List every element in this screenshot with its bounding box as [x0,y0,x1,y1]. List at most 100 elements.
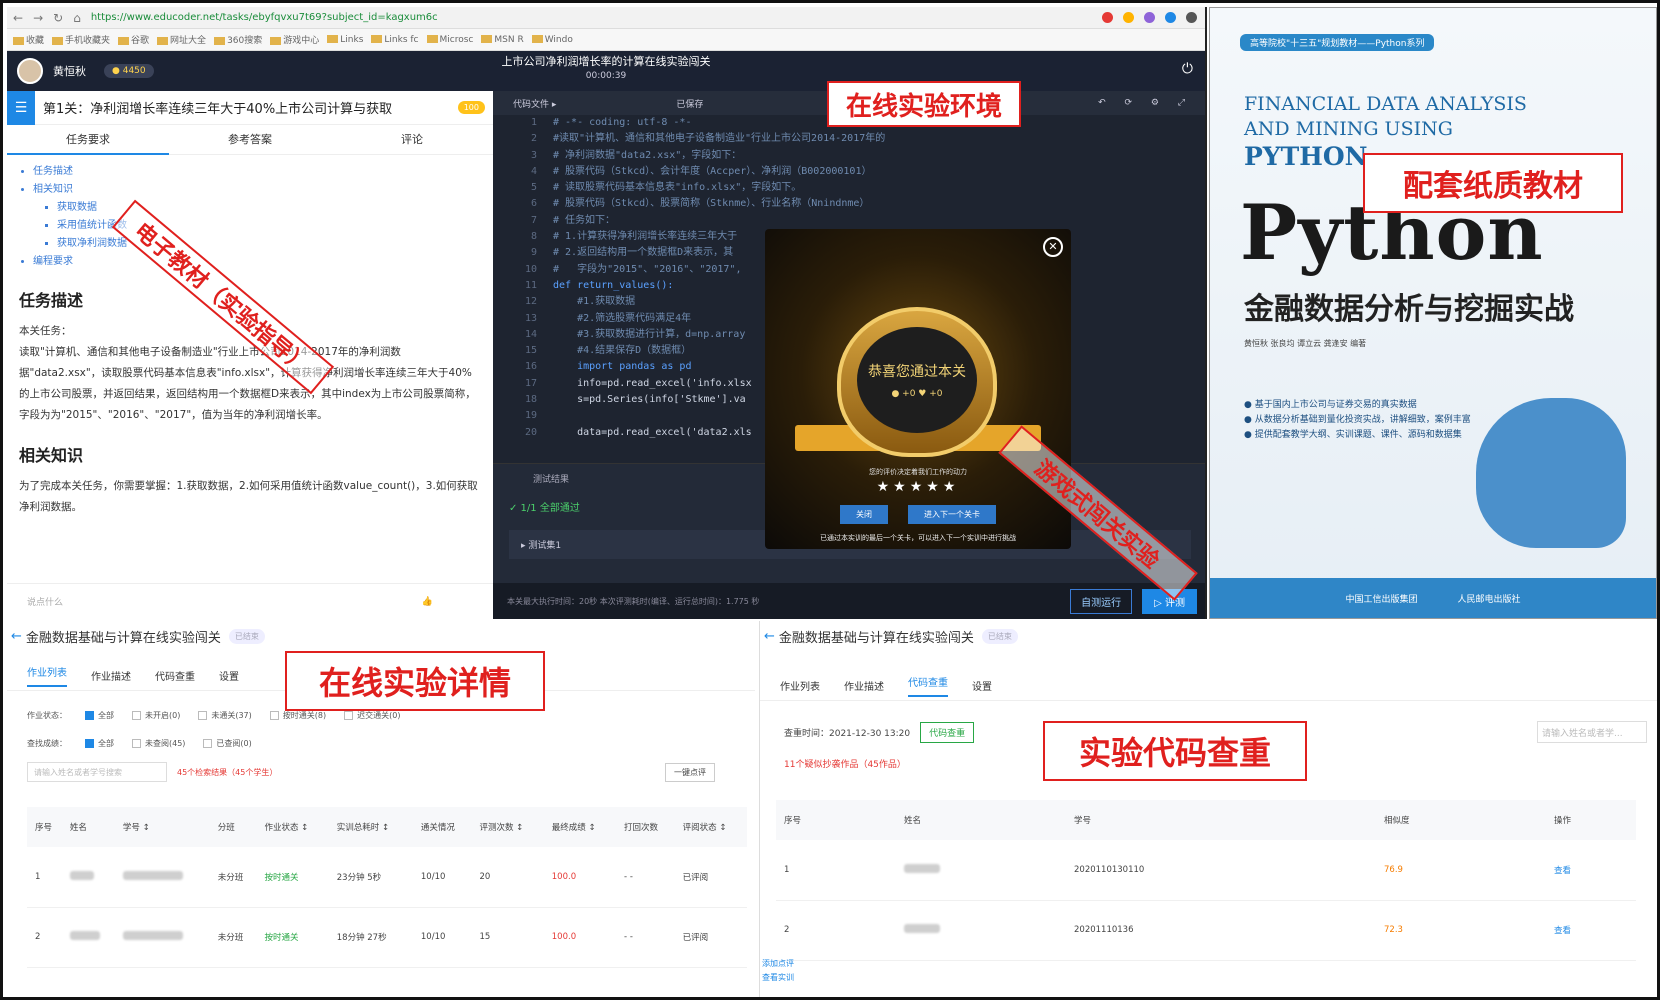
review-button[interactable]: 一键点评 [665,762,715,782]
filter-option[interactable]: 全部 [85,738,114,749]
label-paper-textbook: 配套纸质教材 [1363,153,1623,213]
search-input[interactable]: 请输入姓名或者学号搜索 [27,762,167,782]
add-review-link[interactable]: 添加点评 [762,957,794,971]
reward-stats: ● +0 ♥ +0 [891,389,943,399]
bookmark-item[interactable]: 收藏 [13,33,44,46]
filter-option[interactable]: 迟交通关(0) [344,710,400,721]
book-bullets: ● 基于国内上市公司与证券交易的真实数据 ● 从数据分析基础到量化投资实战，讲解… [1244,400,1471,440]
bookmark-item[interactable]: 360搜索 [214,33,262,46]
extension-icon[interactable] [1144,12,1155,23]
table-row[interactable]: 2 未分班 按时通关 18分钟 27秒 10/10 15 100.0 - - 已… [27,907,747,968]
toc-subitem[interactable]: 获取净利润数据 [57,235,493,253]
table-header: 序号 姓名 学号 ↕ 分班 作业状态 ↕ 实训总耗时 ↕ 通关情况 评测次数 ↕ 最终成绩 … [27,807,747,847]
tab-assignment-desc[interactable]: 作业描述 [91,668,131,683]
run-button[interactable]: 自测运行 [1070,588,1133,614]
code-check-button[interactable]: 代码查重 [920,721,975,743]
blurred-id [122,870,183,880]
filter-option[interactable]: 全部 [85,710,114,721]
close-icon[interactable]: ✕ [1043,237,1063,257]
close-button[interactable]: 关闭 [840,505,888,524]
exec-info: 本关最大执行时间：20秒 本次评测耗时(编译、运行总时间)：1.775 秒 [507,596,760,606]
table-row[interactable]: 2 20201110136 72.3 查看 [776,900,1636,961]
bookmarks-bar: 收藏 手机收藏夹 谷歌 网址大全 360搜索 游戏中心 Links Links … [7,29,1205,51]
tab-answer[interactable]: 参考答案 [169,125,331,155]
bookmark-item[interactable]: 网址大全 [157,33,206,46]
bookmark-item[interactable]: 游戏中心 [270,33,319,46]
like-icon[interactable]: 👍 [422,597,433,607]
bookmark-item[interactable]: Links fc [371,35,419,45]
tab-code-check[interactable]: 代码查重 [155,668,195,683]
filter-option[interactable]: 已查阅(0) [203,738,252,749]
folder-icon [157,36,169,45]
blurred-name [904,924,940,933]
url-field[interactable]: https://www.educoder.net/tasks/ebyfqvxu7… [91,12,831,23]
tab-settings[interactable]: 设置 [972,678,992,693]
avatar[interactable] [17,58,43,84]
view-training-link[interactable]: 查看实训 [762,971,794,985]
table-row[interactable]: 1 2020110130110 76.9 查看 [776,840,1636,901]
filter-option[interactable]: 未查阅(45) [132,738,185,749]
file-menu[interactable]: 代码文件 ▸ [513,97,556,110]
tab-assignment-desc[interactable]: 作业描述 [844,678,884,693]
app-title-block: 上市公司净利润增长率的计算在线实验闯关 00:00:39 [7,55,1205,83]
filter-option[interactable]: 未通关(37) [198,710,252,721]
book-authors: 黄恒秋 张良均 谭立云 龚逢安 编著 [1244,339,1367,348]
filter-option[interactable]: 未开启(0) [132,710,180,721]
tab-comments[interactable]: 评论 [331,125,493,155]
home-icon[interactable]: ⌂ [73,11,81,25]
next-level-button[interactable]: 进入下一个关卡 [908,505,996,524]
rating-stars[interactable]: ★★★★★ [765,479,1071,495]
extension-icon[interactable] [1165,12,1176,23]
browser-toolbar [1102,12,1197,23]
publisher-bar: 中国工信出版集团 人民邮电出版社 [1210,578,1656,618]
bookmark-item[interactable]: MSN R [481,35,524,45]
tab-assignment-list[interactable]: 作业列表 [27,664,67,687]
search-input[interactable]: 请输入姓名或者学... [1537,721,1647,743]
tab-code-check[interactable]: 代码查重 [908,674,948,697]
label-online-env: 在线实验环境 [827,81,1021,127]
bookmark-item[interactable]: 手机收藏夹 [52,33,110,46]
extension-icon[interactable] [1102,12,1113,23]
status-badge: 已结束 [228,628,265,644]
blurred-name [69,870,94,880]
blurred-name [69,931,100,940]
user-name[interactable]: 黄恒秋 [53,63,86,79]
view-link[interactable]: 查看 [1546,900,1636,961]
filter-option[interactable]: 按时通关(8) [269,710,326,721]
student-table: 序号 姓名 学号 ↕ 分班 作业状态 ↕ 实训总耗时 ↕ 通关情况 评测次数 ↕ 最终成绩 … [27,807,747,968]
search-row: 请输入姓名或者学号搜索 45个检索结果（45个学生） 一键点评 [7,757,755,787]
forward-icon[interactable]: → [33,11,43,25]
view-link[interactable]: 查看 [1546,840,1636,901]
code-line: 2 #读取"计算机、通信和其他电子设备制造业"行业上市公司2014-2017年的 [530,133,886,145]
toc-item[interactable]: 编程要求 [33,253,493,271]
folder-icon [481,35,493,43]
code-line: 7 # 任务如下： [530,214,616,226]
bookmark-item[interactable]: 谷歌 [118,33,149,46]
folder-icon [371,35,383,43]
toc-item[interactable]: 相关知识 [33,181,493,199]
bookmark-item[interactable]: Windo [531,35,573,45]
back-icon[interactable]: ← [13,11,23,25]
similarity-table: 序号 姓名 学号 相似度 操作 1 2020110130110 76.9 查看 … [776,800,1636,961]
task-title-bar: ☰ 第1关：净利润增长率连续三年大于40%上市公司计算与获取 100 [7,91,493,125]
panel-title: 金融数据基础与计算在线实验闯关 [25,630,221,646]
tab-settings[interactable]: 设置 [219,668,239,683]
side-links: 添加点评 查看实训 [762,957,794,985]
power-icon[interactable]: ⏻ [1182,61,1193,77]
folder-icon [118,36,130,45]
toc-item[interactable]: 任务描述 [33,163,493,181]
congrats-text: 恭喜您通过本关 [868,364,966,380]
menu-icon[interactable] [1186,12,1197,23]
menu-icon[interactable]: ☰ [7,91,35,125]
editor-tool-icons[interactable]: ↶ ⟳ ⚙ ⤢ [1098,98,1193,108]
bookmark-item[interactable]: Links [327,35,363,45]
comment-input[interactable]: 说点什么 [27,595,63,608]
reload-icon[interactable]: ↻ [53,11,63,25]
bookmark-item[interactable]: Microsc [426,35,473,45]
back-arrow-icon[interactable]: ← [11,629,22,644]
tab-assignment-list[interactable]: 作业列表 [780,678,820,693]
back-arrow-icon[interactable]: ← [764,629,775,644]
table-row[interactable]: 1 未分班 按时通关 23分钟 5秒 10/10 20 100.0 - - 已评… [27,847,747,908]
tab-requirements[interactable]: 任务要求 [7,125,169,155]
extension-icon[interactable] [1123,12,1134,23]
